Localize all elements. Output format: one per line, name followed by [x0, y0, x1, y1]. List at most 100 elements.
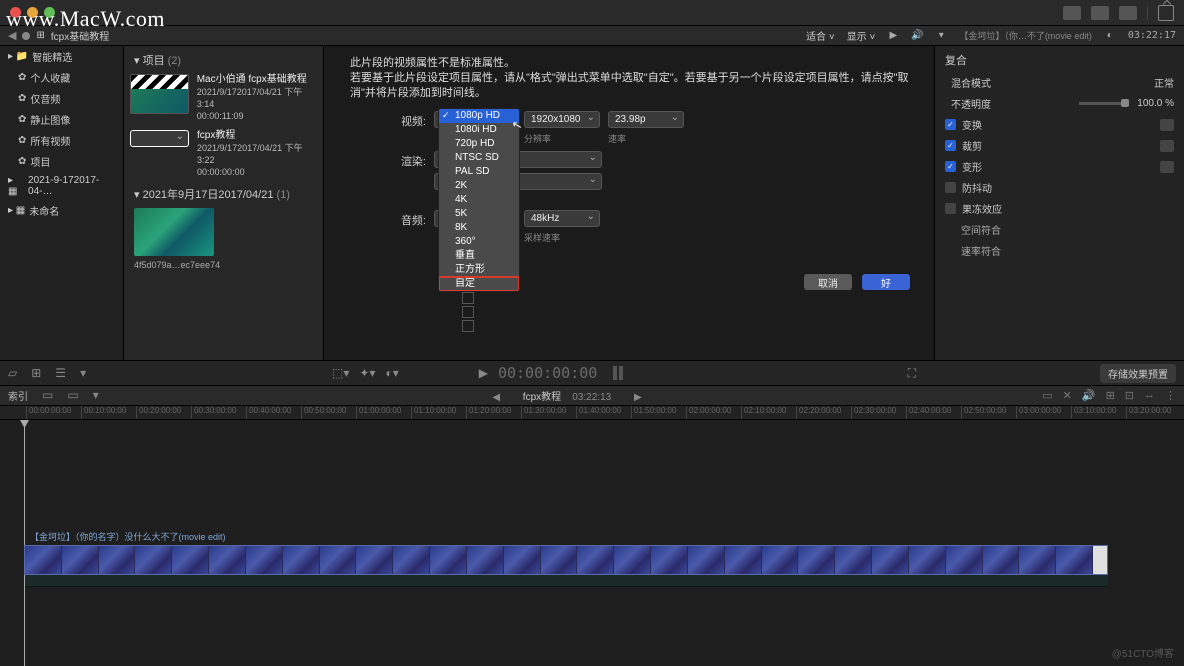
- spatial-conform-row[interactable]: 空间符合: [945, 219, 1174, 240]
- enhance-icon[interactable]: ✦▾: [359, 366, 375, 380]
- layout-icon-1[interactable]: [1063, 6, 1081, 20]
- crop-tool-icon[interactable]: ⬚▾: [332, 366, 349, 380]
- tl-icon-3[interactable]: 🔊: [1082, 389, 1096, 402]
- rate-conform-row[interactable]: 速率符合: [945, 240, 1174, 261]
- layout-icon-2[interactable]: [1091, 6, 1109, 20]
- resolution-select[interactable]: 1920x1080: [524, 111, 600, 128]
- blend-mode-row[interactable]: 混合模式 正常: [945, 72, 1174, 93]
- retime-icon[interactable]: ◐▾: [385, 366, 398, 380]
- sidebar-all-video[interactable]: ✿ 所有视频: [0, 130, 123, 151]
- tl-icon-2[interactable]: ✕: [1063, 389, 1072, 402]
- dd-1080p-hd[interactable]: 1080p HD: [439, 109, 519, 123]
- timeline[interactable]: 【金坷垃】（你的名字）没什么大不了(movie edit): [0, 420, 1184, 666]
- window-titlebar: [0, 0, 1184, 26]
- project-thumb-2: [130, 130, 189, 147]
- clip-thumb[interactable]: [134, 208, 214, 256]
- clip-title: 【金坷垃】（你…不了(movie edit): [959, 29, 1092, 42]
- project-name-2: fcpx教程: [197, 130, 317, 142]
- dd-8k[interactable]: 8K: [439, 221, 519, 235]
- video-label: 视频:: [350, 111, 426, 129]
- audio-waveform[interactable]: [24, 575, 1108, 587]
- tl-icon-4[interactable]: ⊞: [1106, 389, 1115, 402]
- viewer-panel: 此片段的视频属性不是标准属性。 若要基于此片段设定项目属性，请从"格式"弹出式菜…: [324, 46, 934, 360]
- marker-box-5: [462, 320, 474, 332]
- volume-icon[interactable]: 🔊: [911, 30, 923, 42]
- idx-icon-1[interactable]: ▭: [42, 388, 53, 403]
- tag-filter-icon[interactable]: ▾: [80, 366, 86, 380]
- ok-button[interactable]: 好: [862, 274, 910, 290]
- project-date-1: 2021/9/172017/04/21 下午3:14: [197, 86, 317, 110]
- tl-icon-1[interactable]: ▭: [1042, 389, 1052, 402]
- fit-select[interactable]: 适合 ˅: [806, 28, 835, 43]
- dd-custom[interactable]: 自定: [439, 277, 519, 291]
- opacity-row[interactable]: 不透明度 100.0 %: [945, 93, 1174, 114]
- playhead[interactable]: [24, 420, 25, 666]
- dd-360[interactable]: 360°: [439, 235, 519, 249]
- timeline-nav-next[interactable]: ▶: [634, 392, 642, 403]
- index-label[interactable]: 索引: [8, 388, 28, 403]
- audio-meter-l: [613, 366, 617, 380]
- sidebar-favorites[interactable]: ✿ 个人收藏: [0, 67, 123, 88]
- layout-icon-3[interactable]: [1119, 6, 1137, 20]
- sidebar-smart-collections[interactable]: ▸ 📁 智能精选: [0, 46, 123, 67]
- dialog-message: 此片段的视频属性不是标准属性。 若要基于此片段设定项目属性，请从"格式"弹出式菜…: [350, 56, 918, 101]
- tl-icon-7[interactable]: ⋮: [1165, 389, 1176, 402]
- project-dur-1: 00:00:11:09: [197, 110, 317, 122]
- transform-row[interactable]: ✓变换: [945, 114, 1174, 135]
- audio-label: 音频:: [350, 210, 426, 228]
- dd-vertical[interactable]: 垂直: [439, 249, 519, 263]
- sidebar-projects[interactable]: ✿ 项目: [0, 151, 123, 172]
- save-effects-preset-button[interactable]: 存储效果预置: [1100, 364, 1176, 383]
- fullscreen-icon[interactable]: ⛶: [908, 366, 916, 381]
- divider: [1147, 6, 1148, 20]
- distort-row[interactable]: ✓变形: [945, 156, 1174, 177]
- projects-header: ▾ 项目 (2): [130, 52, 317, 68]
- video-scope-icon[interactable]: ▶: [887, 30, 899, 42]
- project-row-2[interactable]: fcpx教程 2021/9/172017/04/21 下午3:22 00:00:…: [130, 130, 317, 178]
- sidebar-event-1[interactable]: ▸ ▦ 2021-9-172017-04-…: [0, 172, 123, 200]
- dd-4k[interactable]: 4K: [439, 193, 519, 207]
- sidebar: ▸ 📁 智能精选 ✿ 个人收藏 ✿ 仅音频 ✿ 静止图像 ✿ 所有视频 ✿ 项目…: [0, 46, 124, 360]
- format-dropdown[interactable]: 1080p HD 1080i HD 720p HD NTSC SD PAL SD…: [438, 108, 520, 292]
- framerate-select[interactable]: 23.98p: [608, 111, 684, 128]
- stabilization-row[interactable]: 防抖动: [945, 177, 1174, 198]
- timeline-ruler[interactable]: 00:00:00:0000:10:00:0000:20:00:0000:30:0…: [0, 406, 1184, 420]
- share-icon[interactable]: [1158, 5, 1174, 21]
- audio-rate-select[interactable]: 48kHz: [524, 210, 600, 227]
- project-date-2: 2021/9/172017/04/21 下午3:22: [197, 142, 317, 166]
- display-select[interactable]: 显示 ˅: [847, 28, 876, 43]
- crop-row[interactable]: ✓裁剪: [945, 135, 1174, 156]
- timeline-nav-prev[interactable]: ◀: [492, 392, 500, 403]
- dd-5k[interactable]: 5K: [439, 207, 519, 221]
- inspector-header: 复合: [945, 52, 1174, 68]
- video-clip-strip[interactable]: [24, 545, 1108, 575]
- idx-icon-2[interactable]: ▭: [67, 388, 78, 403]
- filter-icon[interactable]: ▱: [8, 366, 17, 380]
- clock-icon: ◐: [1104, 30, 1116, 42]
- idx-icon-3[interactable]: ▾: [93, 388, 99, 403]
- dd-square[interactable]: 正方形: [439, 263, 519, 277]
- dd-pal-sd[interactable]: PAL SD: [439, 165, 519, 179]
- timeline-duration: 03:22:13: [572, 392, 611, 403]
- library-bar: ◀ ⊞ fcpx基础教程 适合 ˅ 显示 ˅ ▶ 🔊 ▾ 【金坷垃】（你…不了(…: [0, 26, 1184, 46]
- tag-icon[interactable]: ▾: [935, 30, 947, 42]
- sidebar-event-2[interactable]: ▸ ▦ 未命名: [0, 200, 123, 221]
- transport-bar: ▱ ⊞ ☰ ▾ ⬚▾ ✦▾ ◐▾ ▶ 00:00:00:00 ⛶ 存储效果预置: [0, 360, 1184, 386]
- tl-icon-6[interactable]: ↔: [1144, 389, 1155, 402]
- tl-icon-5[interactable]: ⊡: [1125, 389, 1134, 402]
- clip-strip-label: 【金坷垃】（你的名字）没什么大不了(movie edit): [30, 530, 1184, 543]
- project-name-1: Mac小伯通 fcpx基础教程: [197, 74, 317, 86]
- list-icon[interactable]: ☰: [55, 366, 66, 380]
- dd-2k[interactable]: 2K: [439, 179, 519, 193]
- dd-1080i-hd[interactable]: 1080i HD: [439, 123, 519, 137]
- dd-ntsc-sd[interactable]: NTSC SD: [439, 151, 519, 165]
- project-row-1[interactable]: Mac小伯通 fcpx基础教程 2021/9/172017/04/21 下午3:…: [130, 74, 317, 122]
- cancel-button[interactable]: 取消: [804, 274, 852, 290]
- play-button[interactable]: ▶: [479, 366, 488, 380]
- sidebar-stills[interactable]: ✿ 静止图像: [0, 109, 123, 130]
- clip-appearance-icon[interactable]: ⊞: [31, 366, 41, 380]
- timeline-index-bar: 索引 ▭ ▭ ▾ ◀ fcpx教程 03:22:13 ▶ ▭ ✕ 🔊 ⊞ ⊡ ↔…: [0, 386, 1184, 406]
- dd-720p-hd[interactable]: 720p HD: [439, 137, 519, 151]
- sidebar-audio-only[interactable]: ✿ 仅音频: [0, 88, 123, 109]
- rolling-shutter-row[interactable]: 果冻效应: [945, 198, 1174, 219]
